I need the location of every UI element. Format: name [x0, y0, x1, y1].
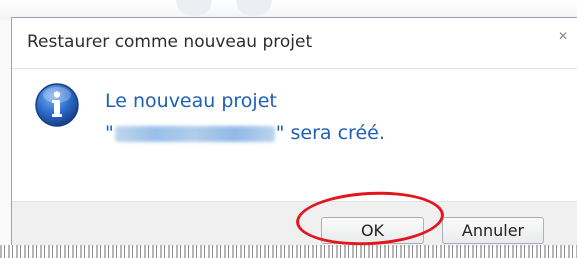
dialog-message: Le nouveau projet " " sera créé. [105, 85, 555, 149]
message-line-1: Le nouveau projet [105, 90, 277, 112]
background-left-strip [0, 20, 11, 245]
message-line-2-suffix: " sera créé. [275, 122, 385, 144]
redacted-project-name [114, 125, 275, 142]
ok-button[interactable]: OK [321, 217, 424, 244]
background-bottom-strip [0, 245, 577, 258]
dialog-title: Restaurer comme nouveau projet [27, 32, 313, 52]
message-area: Le nouveau projet " " sera créé. [12, 68, 577, 202]
message-line-2: " " sera créé. [105, 117, 555, 149]
close-icon[interactable]: ✕ [555, 28, 571, 44]
restore-dialog: Restaurer comme nouveau projet ✕ Le nouv… [11, 17, 577, 247]
dialog-titlebar: Restaurer comme nouveau projet ✕ [12, 18, 577, 68]
info-icon [35, 83, 79, 127]
message-line-2-prefix: " [105, 122, 114, 144]
dialog-footer: OK Annuler [12, 201, 577, 247]
cancel-button[interactable]: Annuler [442, 217, 544, 244]
